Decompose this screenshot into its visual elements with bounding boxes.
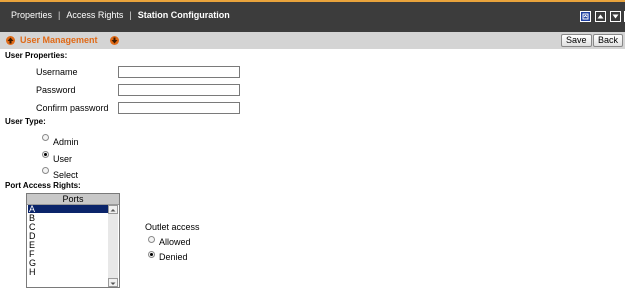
user-radio[interactable] — [42, 151, 49, 158]
select-radio[interactable] — [42, 167, 49, 174]
allowed-radio-label: Allowed — [159, 237, 191, 247]
user-radio-label: User — [53, 154, 73, 164]
confirm-password-input[interactable] — [118, 102, 240, 114]
top-navigation-bar: Properties | Access Rights | Station Configu… — [0, 0, 625, 32]
ports-list-header: Ports — [27, 194, 119, 205]
username-label: Username — [36, 67, 78, 77]
top-nav: Properties | Access Rights | Station Configu… — [11, 10, 230, 20]
scroll-down-icon[interactable] — [610, 11, 621, 22]
denied-radio-label: Denied — [159, 252, 188, 262]
ports-scrollbar[interactable] — [108, 205, 118, 287]
user-type-heading: User Type: — [5, 117, 46, 126]
password-label: Password — [36, 85, 76, 95]
maximize-icon[interactable] — [580, 11, 591, 22]
port-access-heading: Port Access Rights: — [5, 181, 81, 190]
nav-access-rights[interactable]: Access Rights — [66, 10, 123, 20]
down-arrow-icon[interactable] — [110, 36, 119, 45]
save-button[interactable]: Save — [561, 34, 592, 47]
port-item-d[interactable]: D — [28, 232, 109, 241]
admin-radio[interactable] — [42, 134, 49, 141]
user-properties-heading: User Properties: — [5, 51, 68, 60]
nav-separator: | — [58, 10, 61, 20]
section-header-bar: User Management Save Back — [0, 32, 625, 49]
ports-listbox[interactable]: Ports A B C D E F G H — [26, 193, 120, 288]
port-item-g[interactable]: G — [28, 259, 109, 268]
nav-properties[interactable]: Properties — [11, 10, 52, 20]
nav-separator: | — [129, 10, 132, 20]
port-item-e[interactable]: E — [28, 241, 109, 250]
section-title: User Management — [20, 35, 98, 45]
password-input[interactable] — [118, 84, 240, 96]
back-button[interactable]: Back — [593, 34, 624, 47]
allowed-radio[interactable] — [148, 236, 155, 243]
scroll-up-icon[interactable] — [595, 11, 606, 22]
port-item-a[interactable]: A — [28, 205, 109, 214]
scroll-down-arrow-icon[interactable] — [108, 278, 118, 287]
port-item-b[interactable]: B — [28, 214, 109, 223]
port-item-c[interactable]: C — [28, 223, 109, 232]
admin-radio-label: Admin — [53, 137, 79, 147]
nav-station-configuration[interactable]: Station Configuration — [138, 10, 230, 20]
outlet-access-label: Outlet access — [145, 222, 200, 232]
scroll-up-arrow-icon[interactable] — [108, 205, 118, 214]
up-arrow-icon[interactable] — [6, 36, 15, 45]
port-item-h[interactable]: H — [28, 268, 109, 277]
port-item-f[interactable]: F — [28, 250, 109, 259]
confirm-password-label: Confirm password — [36, 103, 109, 113]
username-input[interactable] — [118, 66, 240, 78]
select-radio-label: Select — [53, 170, 79, 180]
denied-radio[interactable] — [148, 251, 155, 258]
